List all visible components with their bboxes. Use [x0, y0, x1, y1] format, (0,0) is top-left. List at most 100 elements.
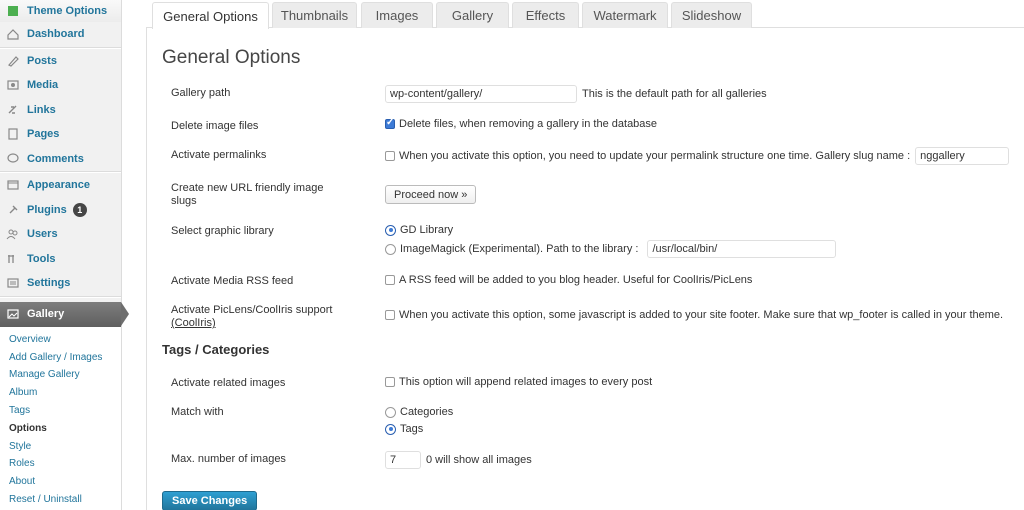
imagemagick-radio[interactable]: [385, 243, 396, 255]
menu-settings[interactable]: Settings: [0, 271, 121, 296]
menu-label: Comments: [27, 152, 84, 165]
delete-files-checkbox[interactable]: [385, 117, 395, 129]
submenu-roles[interactable]: Roles: [0, 455, 121, 473]
match-categories-radio[interactable]: [385, 406, 396, 418]
menu-links[interactable]: Links: [0, 98, 121, 123]
tab-effects[interactable]: Effects: [512, 2, 579, 28]
gallery-icon: [5, 306, 21, 322]
submenu-overview[interactable]: Overview: [0, 331, 121, 349]
related-images-checkbox[interactable]: [385, 377, 395, 387]
submenu-tags[interactable]: Tags: [0, 402, 121, 420]
cooliris-link[interactable]: (CoolIris): [171, 317, 216, 329]
admin-sidebar: Theme Options Dashboard Posts Media Link…: [0, 0, 129, 510]
permalinks-checkbox[interactable]: [385, 151, 395, 161]
submenu-style[interactable]: Style: [0, 437, 121, 455]
gallery-path-help: This is the default path for all galleri…: [582, 88, 767, 100]
piclens-label: Activate PicLens/CoolIris support (CoolI…: [171, 304, 332, 330]
page-title: General Options: [162, 47, 301, 68]
gd-library-radio[interactable]: [385, 224, 396, 236]
menu-media[interactable]: Media: [0, 73, 121, 98]
tab-general-options[interactable]: General Options: [152, 2, 269, 29]
submenu-manage-gallery[interactable]: Manage Gallery: [0, 366, 121, 384]
max-images-input[interactable]: [385, 451, 421, 469]
menu-users[interactable]: Users: [0, 222, 121, 247]
menu-gallery[interactable]: Gallery: [0, 301, 129, 327]
settings-icon: [5, 275, 21, 291]
submenu-add-gallery[interactable]: Add Gallery / Images: [0, 348, 121, 366]
menu-theme-options[interactable]: Theme Options: [0, 0, 121, 22]
delete-files-row: Delete files, when removing a gallery in…: [385, 117, 658, 130]
match-tags-radio[interactable]: [385, 423, 396, 435]
media-rss-row: A RSS feed will be added to you blog hea…: [385, 274, 752, 286]
tab-images[interactable]: Images: [361, 2, 433, 28]
users-icon: [5, 226, 21, 242]
tools-icon: [5, 251, 21, 267]
media-rss-label: Activate Media RSS feed: [171, 275, 294, 287]
proceed-now-button[interactable]: Proceed now »: [385, 185, 477, 204]
tab-gallery[interactable]: Gallery: [436, 2, 509, 28]
save-changes-button[interactable]: Save Changes: [162, 491, 258, 510]
theme-options-icon: [5, 3, 21, 19]
appearance-icon: [5, 177, 21, 193]
media-icon: [5, 77, 21, 93]
submenu-album[interactable]: Album: [0, 384, 121, 402]
menu-label: Users: [27, 228, 58, 241]
submenu-about[interactable]: About: [0, 473, 121, 491]
graphic-library-label: Select graphic library: [171, 225, 274, 237]
gallery-path-label: Gallery path: [171, 87, 231, 99]
url-slugs-label: Create new URL friendly image slugs: [171, 182, 324, 207]
plugins-icon: [5, 202, 21, 218]
menu-label: Links: [27, 103, 56, 116]
menu-label: Settings: [27, 277, 71, 290]
imagemagick-path-input[interactable]: [647, 240, 837, 258]
menu-comments[interactable]: Comments: [0, 147, 121, 172]
options-tabs: General Options Thumbnails Images Galler…: [146, 0, 1024, 29]
max-images-help: 0 will show all images: [426, 454, 532, 466]
menu-dashboard[interactable]: Dashboard: [0, 22, 121, 47]
tags-categories-heading: Tags / Categories: [162, 342, 270, 357]
pages-icon: [5, 126, 21, 142]
menu-tools[interactable]: Tools: [0, 247, 121, 272]
menu-label: Posts: [27, 54, 57, 67]
media-rss-text: A RSS feed will be added to you blog hea…: [399, 274, 753, 286]
tab-watermark[interactable]: Watermark: [582, 2, 668, 28]
links-icon: [5, 102, 21, 118]
gd-library-row: GD Library: [385, 224, 453, 236]
menu-plugins[interactable]: Plugins 1: [0, 198, 121, 223]
menu-label: Dashboard: [27, 28, 85, 41]
comments-icon: [5, 151, 21, 167]
match-tags-row: Tags: [385, 423, 423, 435]
menu-label: Appearance: [27, 179, 90, 192]
permalinks-text: When you activate this option, you need …: [399, 150, 911, 162]
piclens-text: When you activate this option, some java…: [399, 309, 1004, 321]
media-rss-checkbox[interactable]: [385, 275, 395, 285]
menu-posts[interactable]: Posts: [0, 49, 121, 74]
related-images-text: This option will append related images t…: [399, 376, 653, 388]
plugins-update-badge: 1: [72, 202, 87, 217]
related-images-row: This option will append related images t…: [385, 376, 652, 388]
posts-icon: [5, 53, 21, 69]
permalinks-row: When you activate this option, you need …: [385, 147, 1010, 165]
menu-label: Pages: [27, 128, 60, 141]
imagemagick-text: ImageMagick (Experimental). Path to the …: [400, 243, 639, 255]
piclens-label-text: Activate PicLens/CoolIris support: [171, 304, 333, 316]
submenu-options[interactable]: Options: [0, 419, 121, 437]
gallery-path-input[interactable]: [385, 85, 577, 103]
menu-label: Tools: [27, 252, 56, 265]
match-categories-text: Categories: [400, 406, 454, 418]
dashboard-icon: [5, 26, 21, 42]
menu-pages[interactable]: Pages: [0, 122, 121, 147]
tab-slideshow[interactable]: Slideshow: [671, 2, 752, 28]
piclens-checkbox[interactable]: [385, 310, 395, 320]
tab-thumbnails[interactable]: Thumbnails: [272, 2, 357, 28]
submenu-reset-uninstall[interactable]: Reset / Uninstall: [0, 491, 121, 509]
related-images-label: Activate related images: [171, 377, 286, 389]
delete-files-text: Delete files, when removing a gallery in…: [399, 118, 658, 130]
menu-label: Gallery: [27, 308, 65, 320]
imagemagick-row: ImageMagick (Experimental). Path to the …: [385, 240, 837, 258]
menu-label: Plugins: [27, 203, 67, 216]
gallery-slug-input[interactable]: [915, 147, 1010, 165]
gd-library-text: GD Library: [400, 224, 454, 236]
permalinks-label: Activate permalinks: [171, 149, 267, 161]
menu-appearance[interactable]: Appearance: [0, 173, 121, 198]
